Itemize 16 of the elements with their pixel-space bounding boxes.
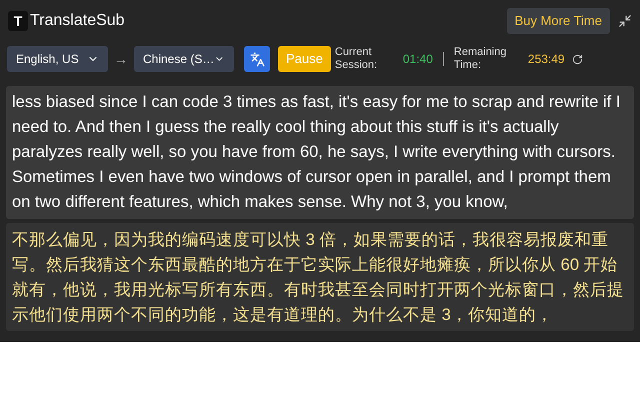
logo-icon: T: [8, 11, 28, 31]
source-language-select[interactable]: English, US: [7, 46, 108, 72]
collapse-icon[interactable]: [618, 14, 632, 28]
refresh-icon[interactable]: [572, 54, 583, 64]
original-subtitle: less biased since I can code 3 times as fast, it's easy for me to scrap and rewrite if I need to. And then I guess the really cool thing about this stuff is it's actually paralyzes really well, so you have from 60, he says, I write everything with cursors. Sometimes I even have two windows of cursor open in parallel, and I prompt them on two different features, which makes sense. Why not 3, you know,: [6, 86, 634, 219]
translate-icon: [250, 52, 264, 66]
buy-more-time-button[interactable]: Buy More Time: [506, 8, 610, 34]
target-language-select[interactable]: Chinese (S…: [134, 46, 234, 72]
session-time: 01:40: [402, 51, 433, 68]
translated-subtitle: 不那么偏见，因为我的编码速度可以快 3 倍，如果需要的话，我很容易报废和重写。然后我猜这个东西最酷的地方在于它实际上能很好地瘫痪，所以你从 60 开始就有，他说，我用光标写所有东西。有时我甚至会同时打开两个光标窗口，然后提示他们使用两个不同的功能，这是有道理的。为什么不是 3，你知道的，: [6, 223, 634, 331]
remaining-time: 253:49: [528, 51, 565, 68]
translate-button[interactable]: [244, 46, 270, 72]
session-label: Current Session:: [334, 46, 378, 72]
app-title: TranslateSub: [30, 11, 125, 31]
arrow-text: →: [113, 50, 129, 68]
remaining-label: Remaining Time:: [454, 46, 508, 72]
